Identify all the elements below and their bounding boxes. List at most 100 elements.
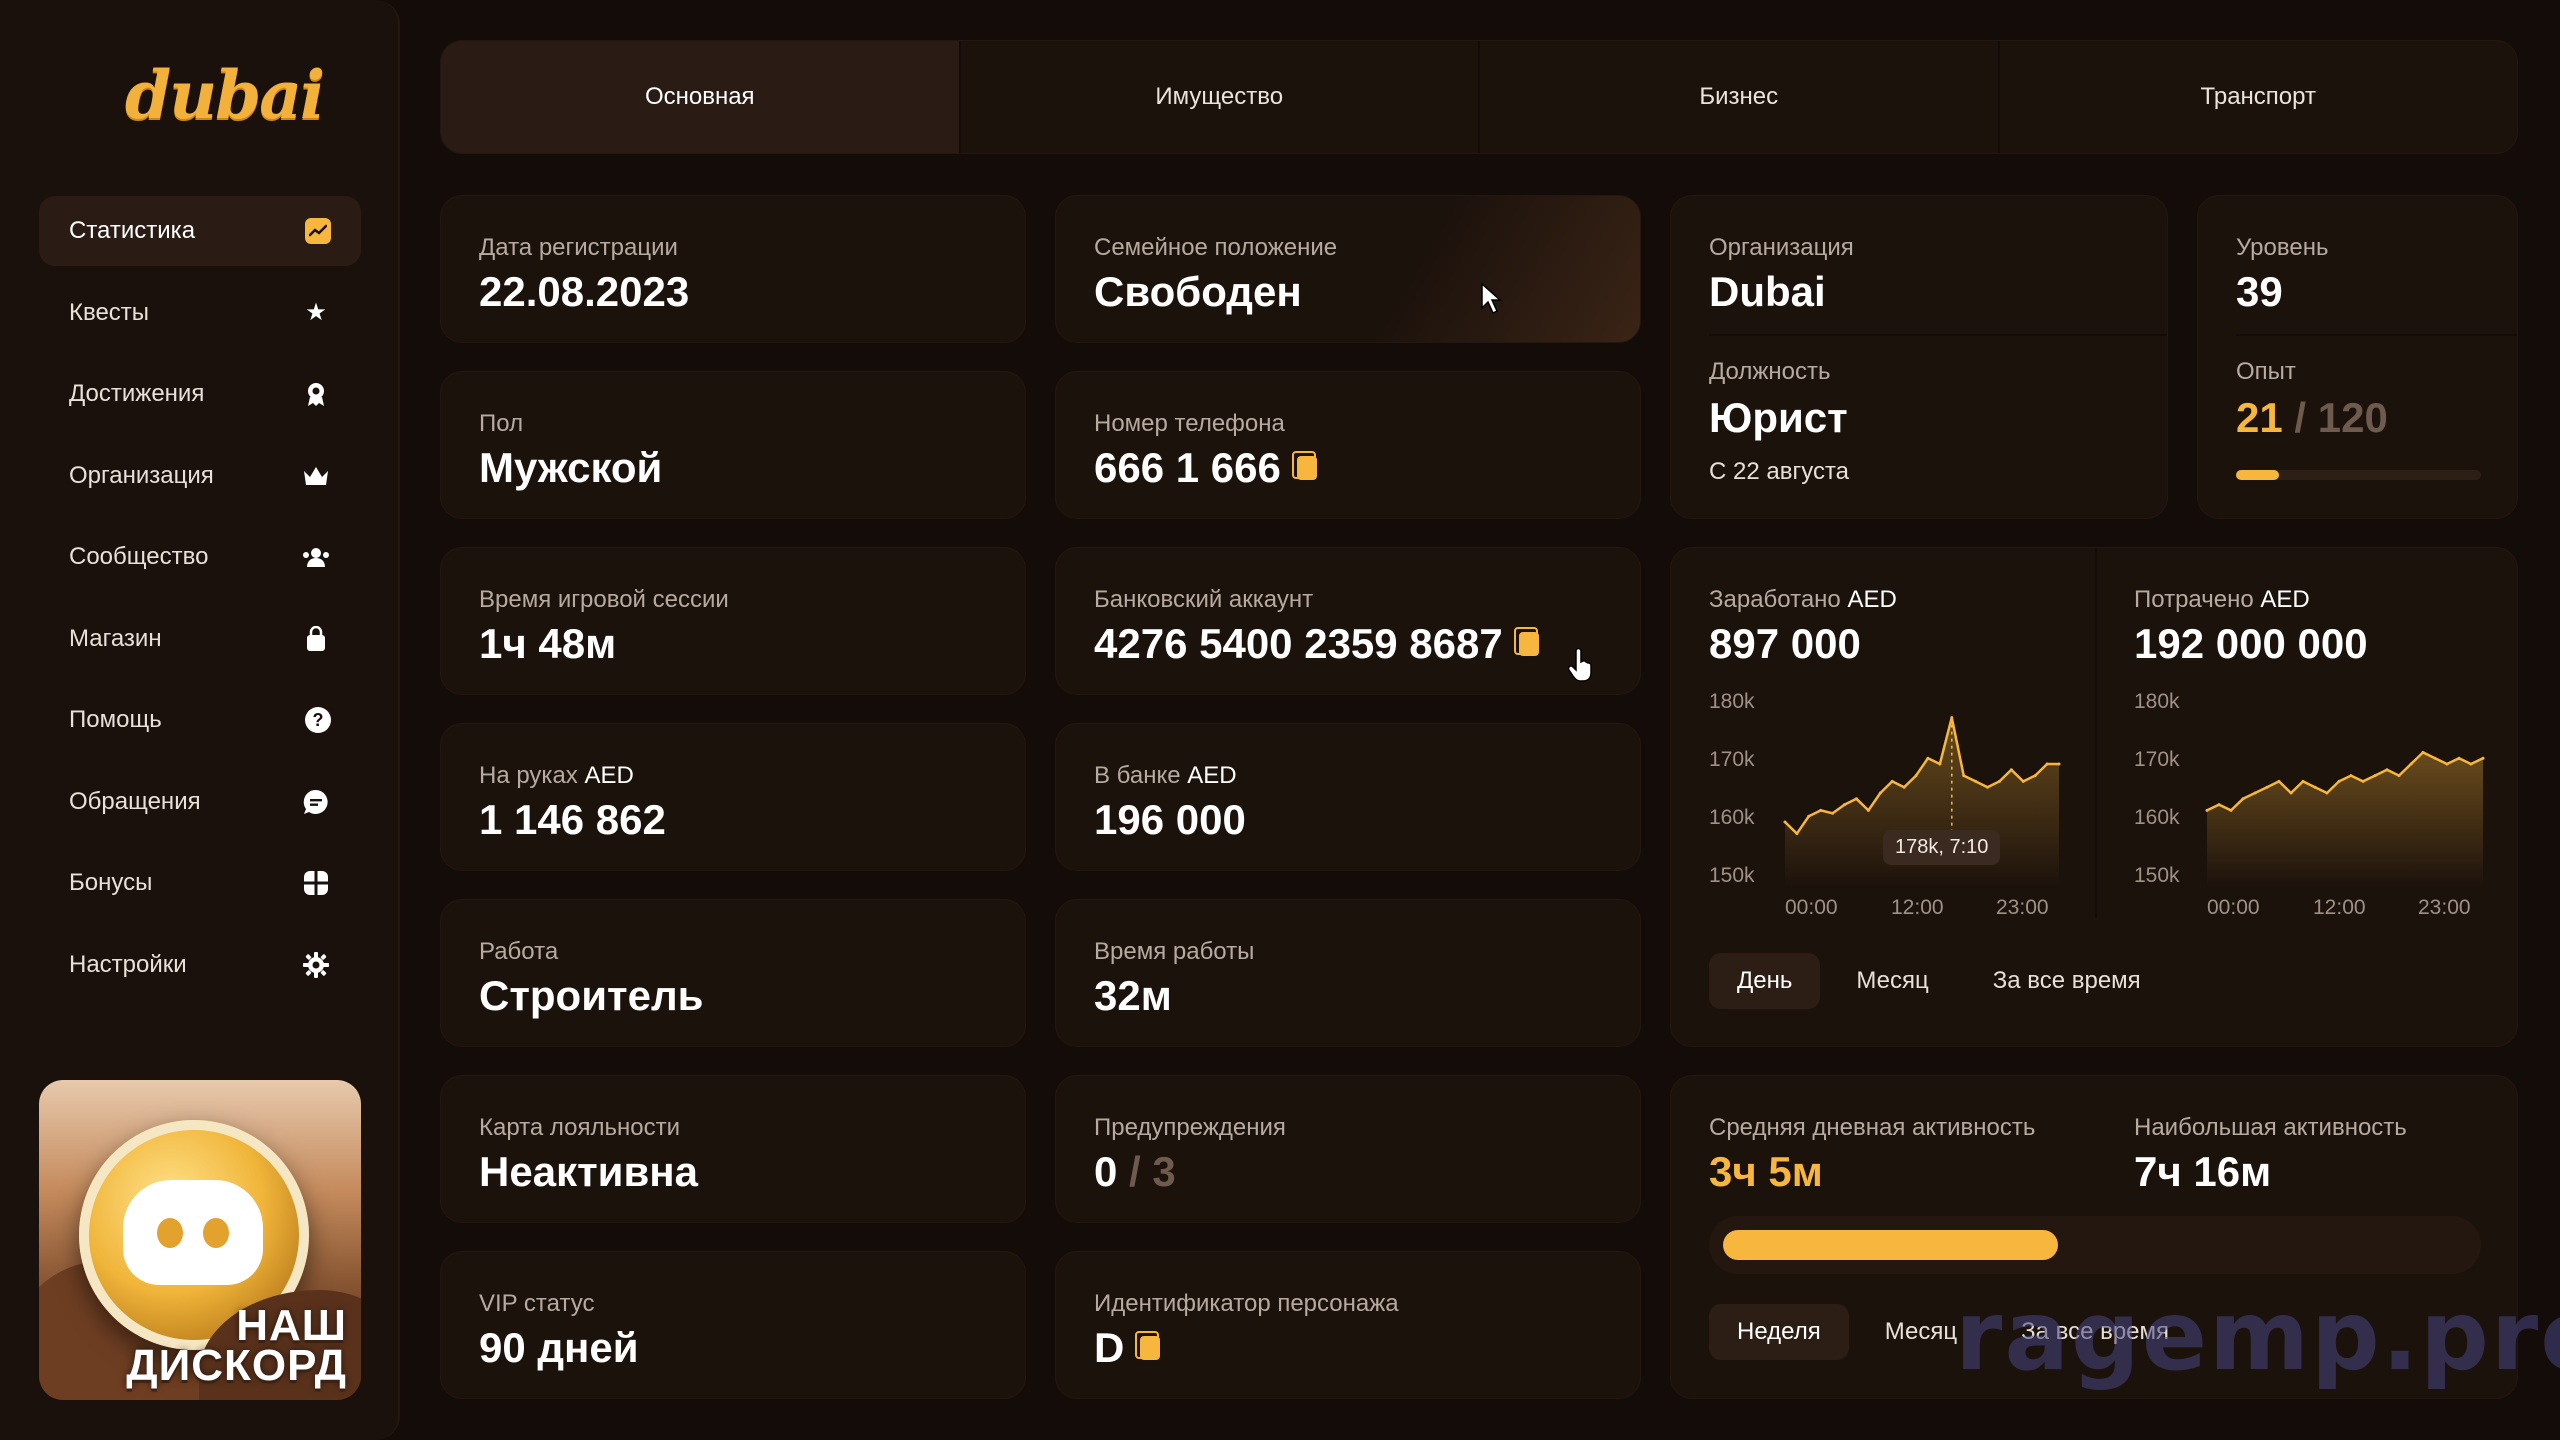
- data-point[interactable]: [1974, 779, 1978, 783]
- sidebar-item-settings[interactable]: Настройки: [39, 930, 361, 1000]
- data-point[interactable]: [2265, 785, 2269, 789]
- people-icon: [301, 542, 331, 572]
- gender-value: Мужской: [479, 444, 663, 491]
- dubai-logo[interactable]: dubai: [125, 56, 325, 136]
- data-point[interactable]: [1866, 808, 1870, 812]
- sidebar-item-shop[interactable]: Магазин: [39, 604, 361, 674]
- data-point[interactable]: [1807, 814, 1811, 818]
- data-point[interactable]: [2301, 779, 2305, 783]
- data-point[interactable]: [2045, 762, 2049, 766]
- data-point[interactable]: [1914, 774, 1918, 778]
- max-activity-value: 7ч 16м: [2134, 1148, 2272, 1195]
- sidebar-item-tickets[interactable]: Обращения: [39, 767, 361, 837]
- period-month-button[interactable]: Месяц: [1828, 953, 1956, 1009]
- data-point[interactable]: [1890, 779, 1894, 783]
- reg-date-label: Дата регистрации: [479, 234, 678, 261]
- data-point[interactable]: [2337, 779, 2341, 783]
- sidebar-item-quests[interactable]: Квесты ★: [39, 278, 361, 348]
- sidebar-item-help[interactable]: Помощь ?: [39, 685, 361, 755]
- data-point[interactable]: [2445, 762, 2449, 766]
- session-card: Время игровой сессии 1ч 48м: [440, 547, 1026, 695]
- sidebar-item-achievements[interactable]: Достижения: [39, 359, 361, 429]
- data-point[interactable]: [1854, 797, 1858, 801]
- data-point[interactable]: [2289, 791, 2293, 795]
- tab-bar: Основная Имущество Бизнес Транспорт: [440, 40, 2518, 154]
- data-point[interactable]: [2325, 791, 2329, 795]
- avg-activity-value: 3ч 5м: [1709, 1148, 1823, 1195]
- data-point[interactable]: [2361, 779, 2365, 783]
- chart-tooltip: 178k, 7:10: [1883, 830, 2001, 865]
- data-point[interactable]: [1938, 762, 1942, 766]
- data-point[interactable]: [1795, 832, 1799, 836]
- period-all-button[interactable]: За все время: [1965, 953, 2169, 1009]
- data-point[interactable]: [1902, 785, 1906, 789]
- data-point[interactable]: [2481, 756, 2485, 760]
- data-point[interactable]: [2397, 774, 2401, 778]
- job-label: Работа: [479, 938, 559, 965]
- data-point[interactable]: [2241, 797, 2245, 801]
- data-point[interactable]: [1926, 756, 1930, 760]
- data-point[interactable]: [1878, 791, 1882, 795]
- crown-icon: [301, 461, 331, 491]
- data-point[interactable]: [2253, 791, 2257, 795]
- warnings-label: Предупреждения: [1094, 1114, 1286, 1141]
- copy-icon[interactable]: [1291, 451, 1317, 480]
- chart-icon: [305, 218, 331, 244]
- tab-main[interactable]: Основная: [441, 41, 961, 153]
- sidebar: dubai Статистика Квесты ★ Достижения Орг…: [0, 0, 400, 1440]
- data-point[interactable]: [1843, 803, 1847, 807]
- data-point[interactable]: [2457, 756, 2461, 760]
- y-tick-label: 160k: [1709, 806, 1755, 829]
- data-point[interactable]: [2229, 808, 2233, 812]
- data-point[interactable]: [2469, 762, 2473, 766]
- data-point[interactable]: [2033, 774, 2037, 778]
- period-week-button[interactable]: Неделя: [1709, 1304, 1849, 1360]
- position-label: Должность: [1709, 358, 1831, 385]
- data-point[interactable]: [1962, 774, 1966, 778]
- data-point[interactable]: [2057, 762, 2061, 766]
- data-point[interactable]: [2421, 750, 2425, 754]
- divider: [2095, 548, 2097, 918]
- position-value: Юрист: [1709, 394, 1848, 441]
- discord-banner[interactable]: НАШ ДИСКОРД: [39, 1080, 361, 1400]
- work-time-card: Время работы 32м: [1055, 899, 1641, 1047]
- position-since: С 22 августа: [1709, 458, 1850, 485]
- sidebar-item-stats[interactable]: Статистика: [39, 196, 361, 266]
- data-point[interactable]: [2217, 803, 2221, 807]
- avg-activity-label: Средняя дневная активность: [1709, 1114, 2036, 1141]
- copy-icon[interactable]: [1135, 1331, 1161, 1360]
- data-point[interactable]: [1997, 779, 2001, 783]
- spent-chart[interactable]: [2205, 698, 2485, 888]
- hand-pointer-icon: [1568, 648, 1592, 682]
- family-card: Семейное положение Свободен: [1055, 195, 1641, 343]
- data-point[interactable]: [1986, 785, 1990, 789]
- tab-property[interactable]: Имущество: [961, 41, 1480, 153]
- data-point[interactable]: [1831, 811, 1835, 815]
- data-point[interactable]: [2349, 774, 2353, 778]
- copy-icon[interactable]: [1513, 627, 1539, 656]
- data-point[interactable]: [1819, 808, 1823, 812]
- tab-transport[interactable]: Транспорт: [2000, 41, 2518, 153]
- data-point[interactable]: [2385, 768, 2389, 772]
- data-point[interactable]: [2373, 774, 2377, 778]
- data-point[interactable]: [2205, 808, 2209, 812]
- tab-business[interactable]: Бизнес: [1480, 41, 2000, 153]
- sidebar-item-organization[interactable]: Организация: [39, 441, 361, 511]
- period-day-button[interactable]: День: [1709, 953, 1821, 1009]
- bank-account-card: Банковский аккаунт 4276 5400 2359 8687: [1055, 547, 1641, 695]
- data-point[interactable]: [2009, 768, 2013, 772]
- data-point[interactable]: [2433, 756, 2437, 760]
- data-point[interactable]: [2313, 785, 2317, 789]
- data-point[interactable]: [2021, 779, 2025, 783]
- char-id-card: Идентификатор персонажа D: [1055, 1251, 1641, 1399]
- discord-icon: [123, 1180, 263, 1285]
- data-point[interactable]: [2277, 779, 2281, 783]
- y-tick-label: 180k: [2134, 690, 2180, 713]
- xp-value: 21 / 120: [2236, 394, 2388, 441]
- data-point[interactable]: [2409, 762, 2413, 766]
- money-period-selector: День Месяц За все время: [1709, 953, 2169, 1009]
- sidebar-item-bonuses[interactable]: Бонусы: [39, 848, 361, 918]
- sidebar-item-community[interactable]: Сообщество: [39, 522, 361, 592]
- sidebar-item-label: Бонусы: [69, 869, 153, 896]
- data-point[interactable]: [1783, 820, 1787, 824]
